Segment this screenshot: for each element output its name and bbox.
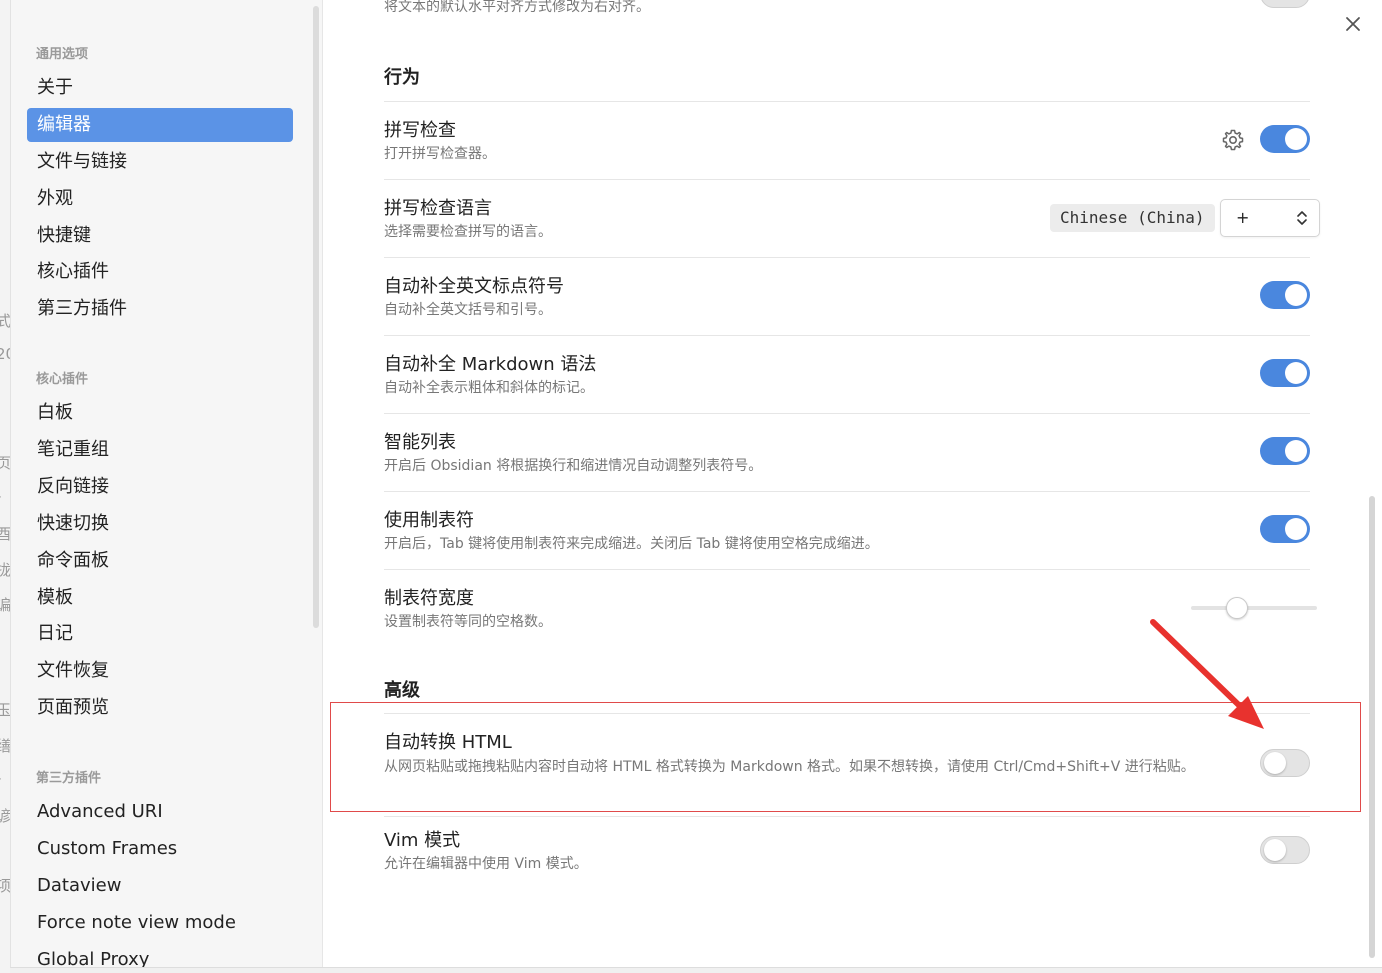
edge-fragment: 谝	[0, 596, 10, 614]
setting-name: 自动补全 Markdown 语法	[384, 354, 597, 375]
sidebar-item-hotkeys[interactable]: 快捷键	[27, 219, 293, 253]
sidebar-item-page-preview[interactable]: 页面预览	[27, 691, 293, 725]
setting-name: 制表符宽度	[384, 588, 474, 609]
sidebar-item-quick-switcher[interactable]: 快速切换	[27, 507, 293, 541]
edge-fragment: 式	[0, 312, 10, 330]
settings-sidebar: 通用选项 关于 编辑器 文件与链接 外观 快捷键 核心插件 第三方插件 核心插件…	[11, 0, 323, 967]
setting-description: 开启后，Tab 键将使用制表符来完成缩进。关闭后 Tab 键将使用空格完成缩进。	[384, 536, 879, 552]
sidebar-item-custom-frames[interactable]: Custom Frames	[27, 832, 293, 866]
autopair-markdown-toggle[interactable]	[1260, 359, 1310, 387]
sidebar-item-command-palette[interactable]: 命令面板	[27, 544, 293, 578]
divider	[384, 179, 1310, 180]
setting-description: 自动补全英文括号和引号。	[384, 302, 552, 318]
language-select-value: +	[1236, 208, 1250, 227]
close-icon	[1346, 17, 1360, 31]
vim-mode-toggle[interactable]	[1260, 836, 1310, 864]
divider	[384, 101, 1310, 102]
section-title-advanced: 高级	[384, 680, 420, 701]
slider-track	[1191, 606, 1317, 610]
sidebar-group-title: 通用选项	[36, 47, 89, 62]
divider	[384, 257, 1310, 258]
sidebar-item-global-proxy[interactable]: Global Proxy	[27, 943, 293, 967]
setting-name: 自动转换 HTML	[384, 732, 512, 753]
sidebar-item-templates[interactable]: 模板	[27, 581, 293, 615]
setting-description: 允许在编辑器中使用 Vim 模式。	[384, 856, 588, 872]
edge-fragment: 酉	[0, 525, 10, 543]
setting-name: 拼写检查	[384, 120, 456, 141]
sidebar-scrollbar[interactable]	[313, 6, 319, 628]
smart-lists-toggle[interactable]	[1260, 437, 1310, 465]
autopair-brackets-toggle[interactable]	[1260, 281, 1310, 309]
divider	[384, 413, 1310, 414]
setting-name: Vim 模式	[384, 830, 461, 851]
divider	[384, 816, 1310, 817]
content-scrollbar[interactable]	[1369, 496, 1375, 958]
auto-convert-html-toggle[interactable]	[1260, 749, 1310, 777]
sidebar-item-about[interactable]: 关于	[27, 71, 293, 105]
edge-fragment: 缮	[0, 737, 10, 755]
background-window-edge: 式 20 页 - 酉 拢 谝 玉 缮 - 谚 项	[0, 0, 10, 973]
edge-fragment: 20	[0, 345, 10, 363]
setting-description: 开启后 Obsidian 将根据换行和缩进情况自动调整列表符号。	[384, 458, 763, 474]
sidebar-item-file-recovery[interactable]: 文件恢复	[27, 654, 293, 688]
divider	[384, 491, 1310, 492]
settings-modal: 通用选项 关于 编辑器 文件与链接 外观 快捷键 核心插件 第三方插件 核心插件…	[10, 0, 1382, 968]
edge-fragment: -	[0, 769, 1, 787]
sidebar-item-core-plugins[interactable]: 核心插件	[27, 255, 293, 289]
setting-name: 使用制表符	[384, 510, 474, 531]
sidebar-item-backlinks[interactable]: 反向链接	[27, 470, 293, 504]
setting-description: 将文本的默认水平对齐方式修改为右对齐。	[384, 0, 650, 15]
setting-name: 拼写检查语言	[384, 198, 492, 219]
sidebar-item-advanced-uri[interactable]: Advanced URI	[27, 795, 293, 829]
setting-description: 从网页粘贴或拖拽粘贴内容时自动将 HTML 格式转换为 Markdown 格式。…	[384, 759, 1195, 775]
spellcheck-toggle[interactable]	[1260, 125, 1310, 153]
sidebar-item-files-links[interactable]: 文件与链接	[27, 145, 293, 179]
chevron-updown-icon	[1297, 211, 1307, 225]
close-button[interactable]	[1341, 12, 1365, 36]
use-tabs-toggle[interactable]	[1260, 515, 1310, 543]
sidebar-item-community-plugins[interactable]: 第三方插件	[27, 292, 293, 326]
language-tag[interactable]: Chinese (China)	[1050, 204, 1215, 232]
gear-icon[interactable]	[1221, 128, 1245, 152]
edge-fragment: 谚	[0, 807, 10, 825]
setting-description: 设置制表符等同的空格数。	[384, 614, 552, 630]
edge-fragment: 页	[0, 454, 10, 472]
section-title-behavior: 行为	[384, 67, 420, 88]
sidebar-item-daily-notes[interactable]: 日记	[27, 617, 293, 651]
setting-name: 智能列表	[384, 432, 456, 453]
setting-description: 选择需要检查拼写的语言。	[384, 224, 552, 240]
divider	[384, 569, 1310, 570]
language-select[interactable]: +	[1220, 199, 1320, 237]
slider-thumb[interactable]	[1226, 597, 1248, 619]
edge-fragment: 项	[0, 877, 10, 895]
edge-fragment: -	[0, 487, 1, 505]
settings-content: 将文本的默认水平对齐方式修改为右对齐。 行为 拼写检查 打开拼写检查器。 拼写检…	[323, 0, 1382, 967]
setting-description: 打开拼写检查器。	[384, 146, 496, 162]
sidebar-item-editor[interactable]: 编辑器	[27, 108, 293, 142]
sidebar-item-canvas[interactable]: 白板	[27, 396, 293, 430]
divider	[384, 335, 1310, 336]
edge-fragment: 拢	[0, 561, 10, 579]
annotation-highlight-box	[330, 702, 1361, 812]
sidebar-item-note-composer[interactable]: 笔记重组	[27, 433, 293, 467]
sidebar-item-force-note-view-mode[interactable]: Force note view mode	[27, 906, 293, 940]
sidebar-group-title: 核心插件	[36, 372, 89, 387]
setting-name: 自动补全英文标点符号	[384, 276, 564, 297]
edge-fragment: 玉	[0, 701, 10, 719]
sidebar-item-appearance[interactable]: 外观	[27, 182, 293, 216]
sidebar-item-dataview[interactable]: Dataview	[27, 869, 293, 903]
sidebar-group-title: 第三方插件	[36, 771, 102, 786]
setting-toggle[interactable]	[1260, 0, 1310, 8]
setting-description: 自动补全表示粗体和斜体的标记。	[384, 380, 594, 396]
tab-width-slider[interactable]	[1191, 597, 1317, 619]
